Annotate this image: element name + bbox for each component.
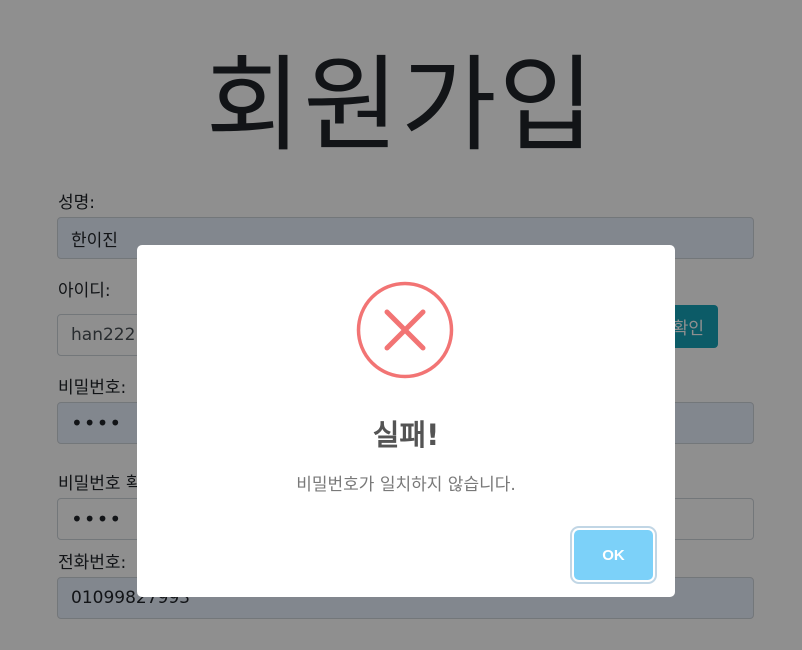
ok-button[interactable]: OK <box>574 530 653 580</box>
error-x-icon <box>356 281 454 379</box>
dialog-title: 실패! <box>372 418 440 452</box>
dialog-message: 비밀번호가 일치하지 않습니다. <box>296 475 516 495</box>
signup-page: 회원가입 성명: 한이진 아이디: han222 중복확인 비밀번호: ••••… <box>0 0 802 650</box>
